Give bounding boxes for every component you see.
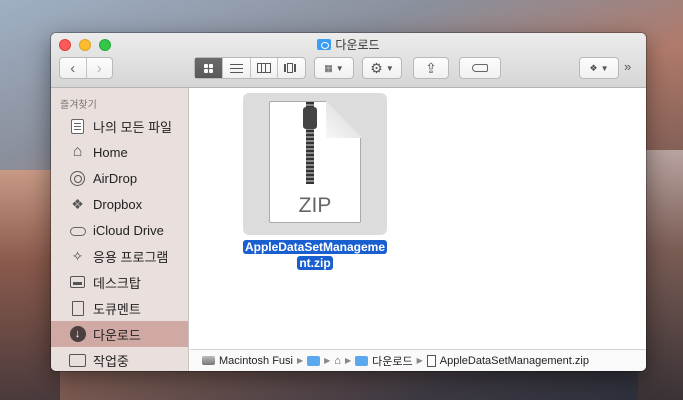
titlebar: 다운로드 ‹ › ▦ ▼ ⚙ ▼ ⇪ ❖ ▼ » <box>51 33 646 88</box>
cloud-icon <box>69 227 86 236</box>
dropbox-button[interactable]: ❖ ▼ <box>579 57 619 79</box>
path-bar: Macintosh Fusi ▶ ▶ ⌂ ▶ 다운로드 ▶ AppleDataS… <box>190 349 646 371</box>
all-files-icon <box>71 118 84 134</box>
file-icon <box>426 354 436 367</box>
sidebar-item-label: Home <box>93 144 128 160</box>
window-title-text: 다운로드 <box>335 38 380 52</box>
chevron-down-icon: ▼ <box>385 63 394 73</box>
file-name-label[interactable]: AppleDataSetManageme nt.zip <box>239 239 391 271</box>
sidebar-item-all-files[interactable]: 나의 모든 파일 <box>51 113 188 139</box>
sidebar-item-downloads[interactable]: ↓ 다운로드 <box>51 321 188 347</box>
path-separator-icon: ▶ <box>416 356 423 365</box>
path-separator-icon: ▶ <box>324 356 331 365</box>
zipper-pull-icon <box>303 107 317 129</box>
sidebar-item-desktop[interactable]: 데스크탑 <box>51 269 188 295</box>
path-separator-icon: ▶ <box>344 356 352 365</box>
columns-icon <box>256 63 271 73</box>
file-type-label: ZIP <box>298 194 332 217</box>
hard-drive-icon <box>202 356 215 365</box>
sidebar-item-home[interactable]: ⌂ Home <box>51 139 188 165</box>
sidebar-item-label: AirDrop <box>93 170 138 186</box>
sidebar: 즐겨찾기 나의 모든 파일 ⌂ Home AirDrop ❖ Dropbox i… <box>51 88 189 371</box>
arrange-icon: ▦ <box>324 62 333 73</box>
home-icon[interactable]: ⌂ <box>334 355 341 367</box>
sidebar-item-label: Dropbox <box>93 196 143 212</box>
grid-icon <box>203 63 213 73</box>
airdrop-icon <box>70 170 85 186</box>
share-icon: ⇪ <box>425 59 437 76</box>
documents-icon <box>71 300 84 316</box>
share-button[interactable]: ⇪ <box>413 57 449 79</box>
downloads-icon: ↓ <box>69 326 86 342</box>
gear-icon: ⚙ <box>370 59 383 76</box>
column-view-button[interactable] <box>249 58 278 78</box>
downloads-folder-icon <box>317 39 332 50</box>
window-title: 다운로드 <box>51 36 646 53</box>
file-browser-content: ZIP AppleDataSetManageme nt.zip <box>190 88 646 349</box>
back-forward-group: ‹ › <box>59 57 113 79</box>
tag-icon <box>472 64 488 72</box>
dropbox-icon: ❖ <box>71 195 84 212</box>
sidebar-item-working[interactable]: 작업중 <box>51 347 188 371</box>
list-view-button[interactable] <box>221 58 250 78</box>
file-name-line-1: AppleDataSetManageme <box>242 240 388 254</box>
path-separator-icon: ▶ <box>296 356 304 365</box>
view-switcher <box>194 57 306 79</box>
sidebar-item-dropbox[interactable]: ❖ Dropbox <box>51 191 188 217</box>
path-item-file[interactable]: AppleDataSetManagement.zip <box>440 355 589 367</box>
chevron-down-icon: ▼ <box>600 63 609 73</box>
finder-window: 다운로드 ‹ › ▦ ▼ ⚙ ▼ ⇪ ❖ ▼ » 즐겨찾기 나의 모든 파일 ⌂… <box>51 33 646 371</box>
users-folder-icon[interactable] <box>307 355 321 366</box>
cover-flow-icon <box>283 63 300 73</box>
chevron-right-icon: › <box>96 59 102 77</box>
sidebar-item-documents[interactable]: 도큐멘트 <box>51 295 188 321</box>
toolbar-overflow-button[interactable]: » <box>624 59 631 74</box>
cover-flow-button[interactable] <box>277 58 305 78</box>
sidebar-item-airdrop[interactable]: AirDrop <box>51 165 188 191</box>
file-item[interactable]: ZIP <box>243 93 387 235</box>
desktop-icon <box>70 276 85 288</box>
sidebar-item-label: iCloud Drive <box>93 222 164 238</box>
path-item-downloads[interactable]: 다운로드 <box>372 353 412 369</box>
action-button[interactable]: ⚙ ▼ <box>362 57 402 79</box>
icon-view-button[interactable] <box>195 58 222 78</box>
sidebar-item-label: 다운로드 <box>93 327 141 343</box>
sidebar-item-label: 작업중 <box>93 353 129 369</box>
home-icon: ⌂ <box>72 143 83 160</box>
applications-icon: ✧ <box>71 247 84 264</box>
sidebar-item-label: 응용 프로그램 <box>93 249 169 265</box>
chevron-down-icon: ▼ <box>335 63 344 73</box>
sidebar-item-label: 데스크탑 <box>93 275 141 291</box>
sidebar-item-applications[interactable]: ✧ 응용 프로그램 <box>51 243 188 269</box>
sidebar-item-label: 나의 모든 파일 <box>93 119 172 135</box>
sidebar-header: 즐겨찾기 <box>60 100 97 111</box>
tag-button[interactable] <box>459 57 501 79</box>
forward-button[interactable]: › <box>85 58 113 78</box>
sidebar-item-label: 도큐멘트 <box>93 301 141 317</box>
folder-icon <box>69 353 86 367</box>
page-fold-icon <box>326 101 362 138</box>
file-name-line-2: nt.zip <box>297 256 333 270</box>
sidebar-item-icloud[interactable]: iCloud Drive <box>51 217 188 243</box>
chevron-left-icon: ‹ <box>70 59 76 77</box>
path-item-drive[interactable]: Macintosh Fusi <box>219 355 293 367</box>
back-button[interactable]: ‹ <box>60 58 86 78</box>
downloads-folder-icon <box>355 355 369 366</box>
dropbox-icon: ❖ <box>589 62 598 73</box>
list-icon <box>229 63 243 73</box>
arrange-button[interactable]: ▦ ▼ <box>314 57 354 79</box>
